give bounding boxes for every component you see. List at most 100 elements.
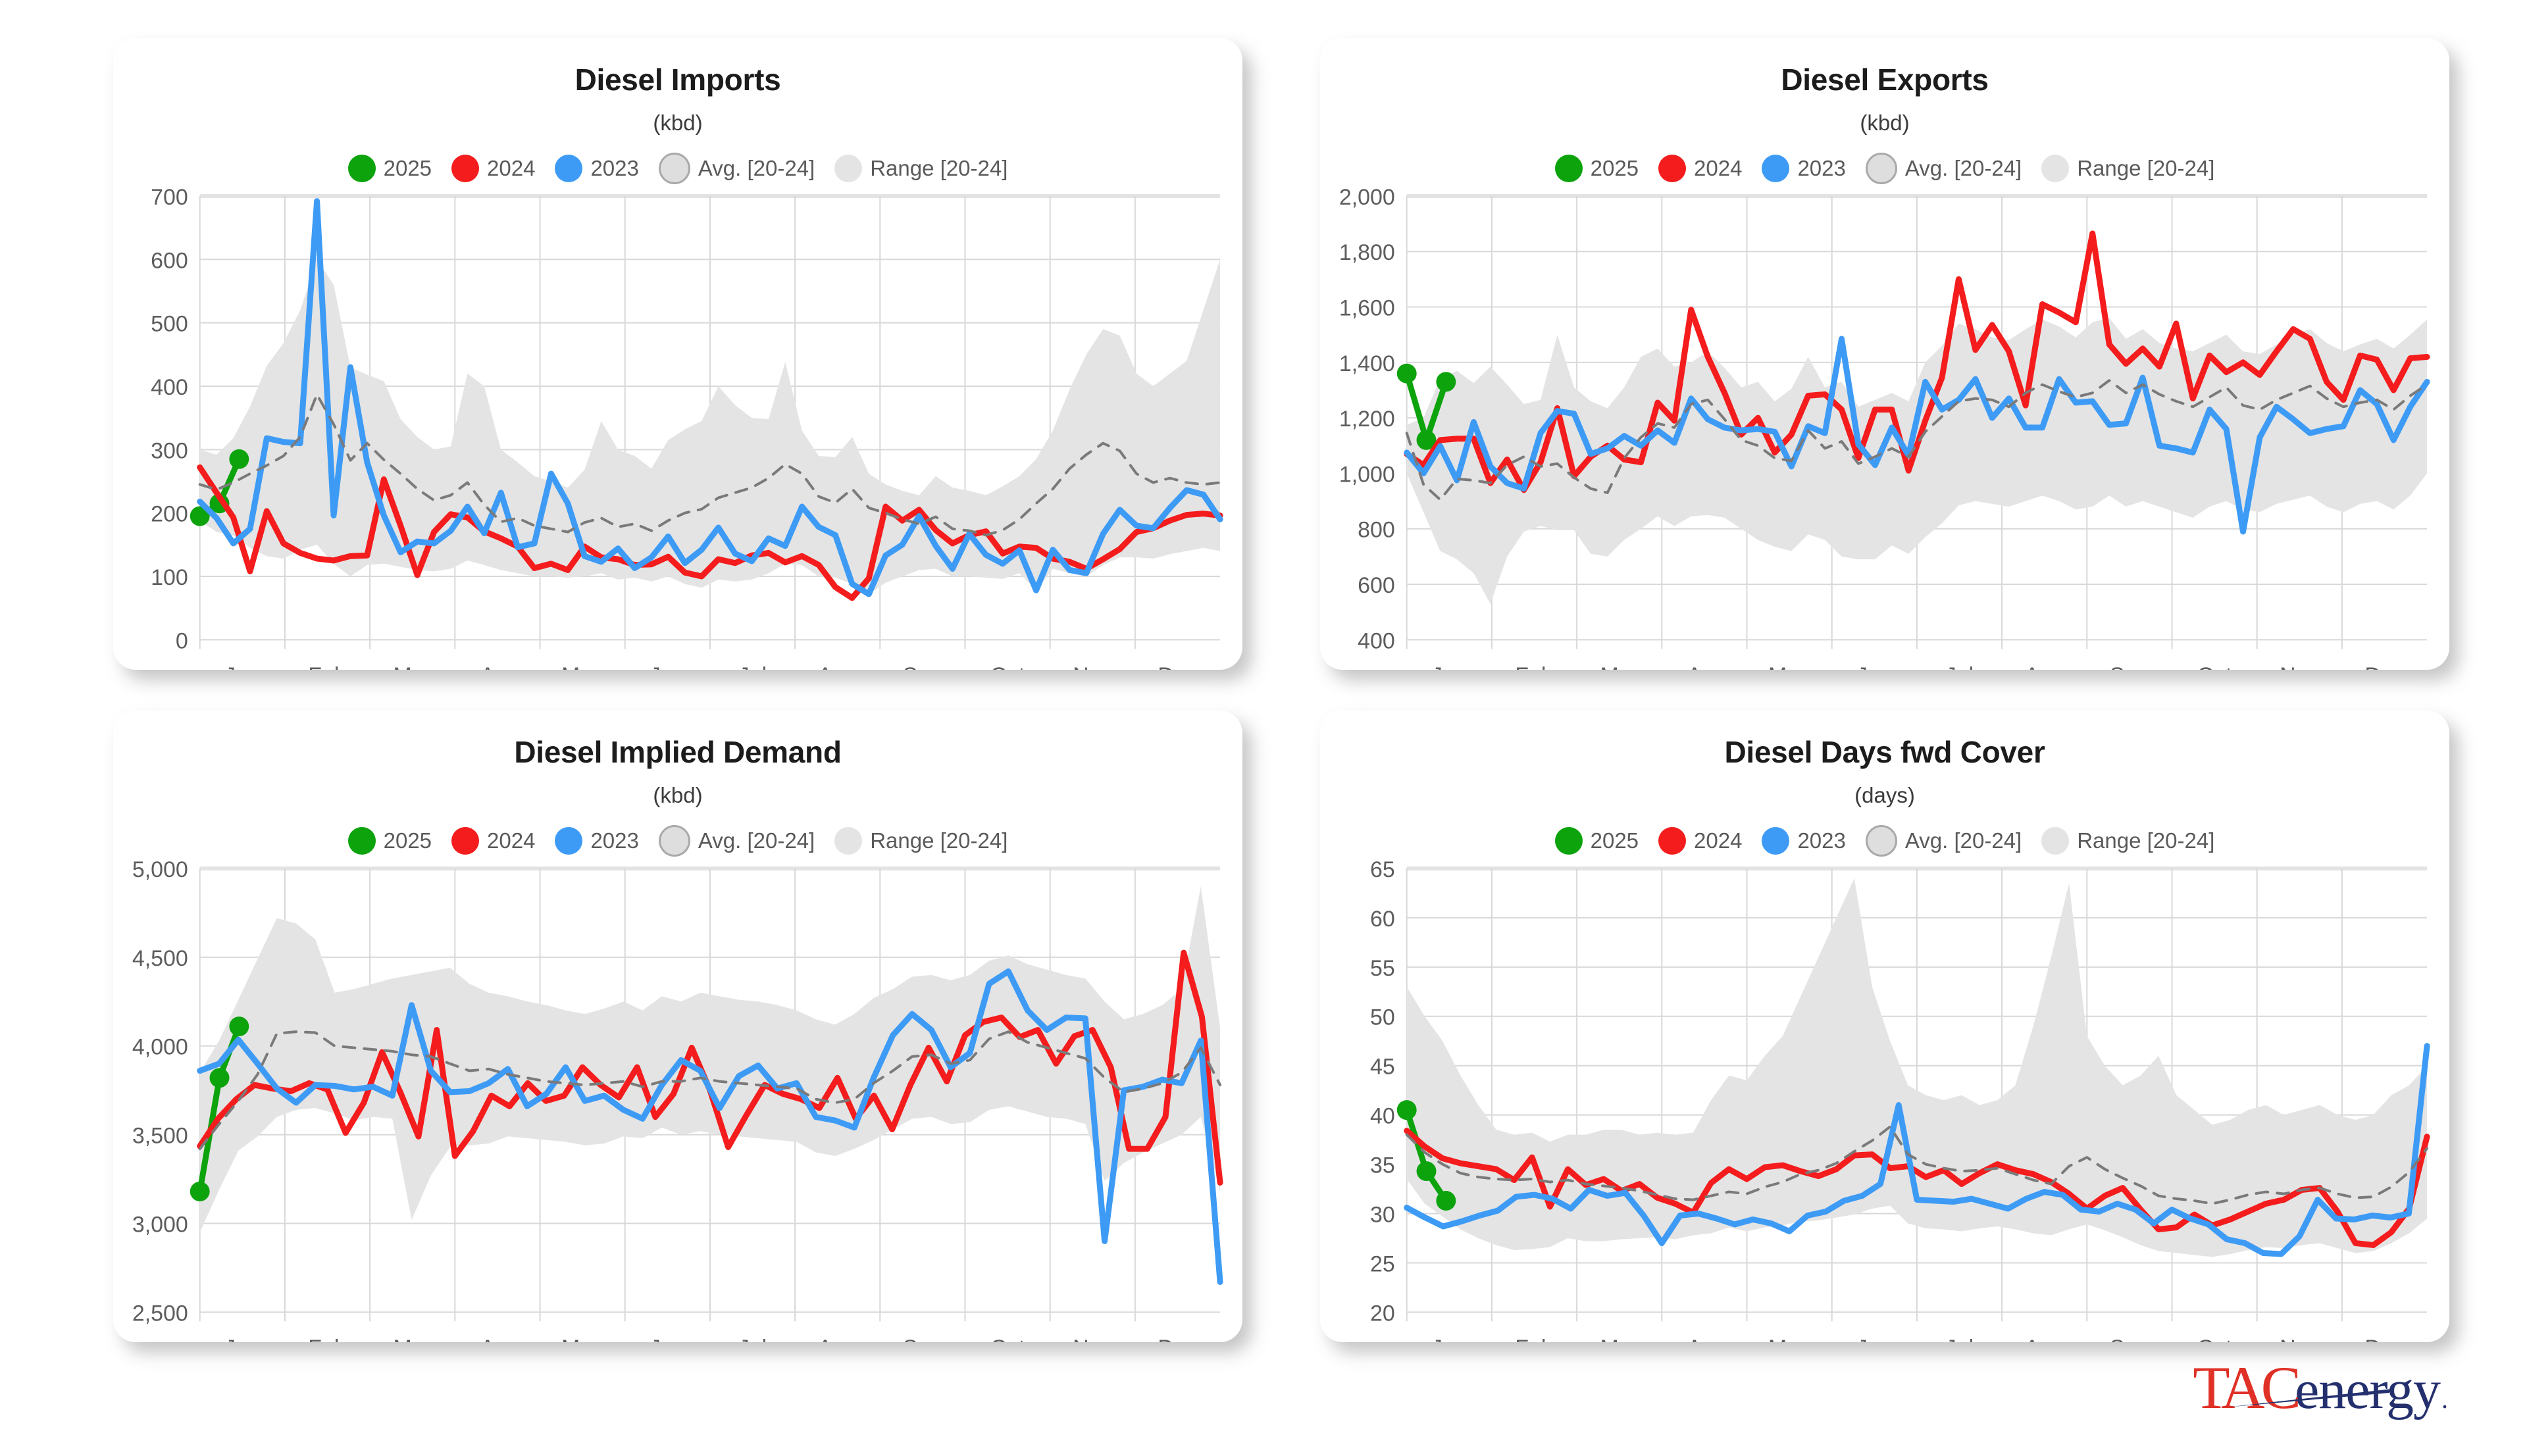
legend-swatch-icon bbox=[451, 827, 480, 855]
legend-item-range-20-24[interactable]: Range [20-24] bbox=[834, 155, 1008, 182]
y-axis-tick-label: 30 bbox=[1370, 1202, 1395, 1227]
legend-item-avg-20-24[interactable]: Avg. [20-24] bbox=[1865, 153, 2022, 184]
chart-card-diesel-days-fwd-cover: Diesel Days fwd Cover (days) 2025 2024 2023 A… bbox=[1320, 711, 2449, 1342]
x-axis-tick-label: Nov bbox=[1073, 663, 1112, 670]
y-axis-tick-label: 800 bbox=[1358, 518, 1395, 543]
legend-label: Range [20-24] bbox=[870, 828, 1008, 853]
legend-swatch-icon bbox=[451, 155, 480, 182]
legend-item-2024[interactable]: 2024 bbox=[451, 827, 535, 855]
y-axis-tick-label: 1,000 bbox=[1339, 462, 1395, 487]
x-axis-tick-label: Jun bbox=[650, 663, 686, 670]
series-marker-2025 bbox=[209, 1068, 230, 1088]
chart-title: Diesel Exports bbox=[1781, 63, 1989, 97]
x-axis-tick-label: Aug bbox=[2025, 663, 2064, 670]
legend-swatch-icon bbox=[555, 827, 583, 855]
x-axis-tick-label: Nov bbox=[2280, 663, 2319, 670]
legend-label: 2025 bbox=[1590, 156, 1639, 180]
series-marker-2025 bbox=[229, 1017, 249, 1037]
x-axis-tick-label: Aug bbox=[2025, 1336, 2064, 1342]
legend-item-2023[interactable]: 2023 bbox=[1762, 827, 1846, 855]
y-axis-tick-label: 50 bbox=[1370, 1005, 1395, 1030]
legend-label: Range [20-24] bbox=[2077, 156, 2215, 180]
y-axis-tick-label: 45 bbox=[1370, 1055, 1395, 1080]
legend-item-range-20-24[interactable]: Range [20-24] bbox=[2041, 827, 2214, 855]
legend-item-2025[interactable]: 2025 bbox=[1554, 827, 1639, 855]
legend-swatch-icon bbox=[2041, 155, 2070, 182]
legend-swatch-icon bbox=[1762, 155, 1790, 182]
legend-swatch-icon bbox=[347, 155, 376, 182]
x-axis-tick-label: Oct bbox=[2197, 663, 2232, 670]
x-axis-tick-label: Sep bbox=[2110, 663, 2149, 670]
y-axis-tick-label: 1,600 bbox=[1339, 296, 1395, 321]
legend-swatch-icon bbox=[834, 827, 863, 855]
legend-item-2025[interactable]: 2025 bbox=[1554, 155, 1639, 182]
y-axis-tick-label: 1,400 bbox=[1339, 351, 1395, 376]
legend-swatch-icon bbox=[1658, 827, 1687, 855]
legend-label: Avg. [20-24] bbox=[1904, 156, 2022, 180]
legend-label: Avg. [20-24] bbox=[698, 156, 815, 180]
y-axis-tick-label: 1,200 bbox=[1339, 407, 1395, 432]
x-axis-tick-label: Aug bbox=[818, 1336, 857, 1342]
x-axis-tick-label: Dec bbox=[1158, 663, 1197, 670]
y-axis-tick-label: 3,500 bbox=[132, 1124, 188, 1149]
series-marker-2025 bbox=[1396, 363, 1417, 384]
x-axis-tick-label: Jan bbox=[1431, 663, 1468, 670]
plot-area: 0 100 200 300 400 500 600 700 Jan Feb Mar Apr May Jun… bbox=[113, 184, 1242, 670]
legend-item-2023[interactable]: 2023 bbox=[1762, 155, 1846, 182]
x-axis-tick-label: Nov bbox=[1073, 1336, 1112, 1342]
y-axis-tick-label: 1,800 bbox=[1339, 240, 1395, 265]
legend-item-avg-20-24[interactable]: Avg. [20-24] bbox=[658, 153, 815, 184]
series-marker-2025 bbox=[1396, 1100, 1417, 1120]
legend-swatch-icon bbox=[1658, 155, 1687, 182]
legend-swatch-icon bbox=[1762, 827, 1790, 855]
legend-item-avg-20-24[interactable]: Avg. [20-24] bbox=[1865, 825, 2022, 857]
legend-item-2024[interactable]: 2024 bbox=[1658, 827, 1742, 855]
plot-svg: 2,500 3,000 3,500 4,000 4,500 5,000 Jan Feb Mar A… bbox=[132, 857, 1223, 1342]
legend-item-range-20-24[interactable]: Range [20-24] bbox=[2041, 155, 2214, 182]
legend-item-2024[interactable]: 2024 bbox=[451, 155, 535, 182]
x-axis-tick-label: Apr bbox=[480, 1336, 515, 1342]
legend-label: 2025 bbox=[383, 828, 432, 853]
legend-label: 2023 bbox=[1797, 828, 1846, 853]
x-axis-tick-label: Jul bbox=[738, 1336, 767, 1342]
legend-label: 2025 bbox=[1590, 828, 1639, 853]
y-axis-tick-label: 600 bbox=[151, 248, 188, 273]
x-axis-tick-label: Dec bbox=[2364, 1336, 2404, 1342]
plot-svg: 20 25 30 35 40 45 50 55 60 65 Jan Feb Mar Apr May Jun Ju… bbox=[1370, 857, 2430, 1342]
legend-swatch-icon bbox=[2041, 827, 2070, 855]
x-axis-tick-label: Jul bbox=[1945, 663, 1974, 670]
legend-item-2023[interactable]: 2023 bbox=[555, 827, 639, 855]
x-axis-tick-label: Apr bbox=[1687, 1336, 1722, 1342]
legend-label: Avg. [20-24] bbox=[1904, 828, 2022, 853]
plot-area: 2,500 3,000 3,500 4,000 4,500 5,000 Jan Feb Mar A… bbox=[113, 857, 1242, 1342]
chart-subtitle: (kbd) bbox=[653, 783, 703, 807]
legend-item-2023[interactable]: 2023 bbox=[555, 155, 639, 182]
legend-item-range-20-24[interactable]: Range [20-24] bbox=[834, 827, 1008, 855]
legend-label: 2023 bbox=[590, 828, 639, 853]
series-marker-2025 bbox=[229, 449, 249, 469]
x-axis-tick-label: Feb bbox=[308, 663, 346, 670]
legend-item-2025[interactable]: 2025 bbox=[347, 827, 432, 855]
y-axis-tick-label: 55 bbox=[1370, 956, 1395, 981]
legend-label: 2024 bbox=[1694, 828, 1743, 853]
legend-swatch-icon bbox=[658, 153, 690, 184]
x-axis-tick-label: Sep bbox=[903, 663, 942, 670]
x-axis-tick-label: Dec bbox=[1158, 1336, 1197, 1342]
y-axis-tick-label: 300 bbox=[151, 438, 188, 463]
y-axis-tick-label: 40 bbox=[1370, 1104, 1395, 1129]
chart-legend: 2025 2024 2023 Avg. [20-24] Range [20-24] bbox=[113, 136, 1242, 184]
chart-legend: 2025 2024 2023 Avg. [20-24] Range [20-24] bbox=[1320, 136, 2449, 184]
x-axis-tick-label: Feb bbox=[308, 1336, 346, 1342]
x-axis-tick-label: Aug bbox=[818, 663, 857, 670]
series-marker-2025 bbox=[1436, 1191, 1456, 1211]
legend-swatch-icon bbox=[834, 155, 863, 182]
x-axis-tick-label: Nov bbox=[2280, 1336, 2319, 1342]
plot-svg: 0 100 200 300 400 500 600 700 Jan Feb Mar Apr May Jun… bbox=[151, 185, 1223, 670]
legend-item-avg-20-24[interactable]: Avg. [20-24] bbox=[658, 825, 815, 857]
charts-grid: Diesel Imports (kbd) 2025 2024 2023 Avg. [20-… bbox=[0, 0, 2527, 1342]
legend-item-2024[interactable]: 2024 bbox=[1658, 155, 1742, 182]
x-axis-tick-label: Jun bbox=[1856, 663, 1893, 670]
legend-item-2025[interactable]: 2025 bbox=[347, 155, 432, 182]
series-marker-2025 bbox=[1436, 372, 1456, 392]
y-axis-tick-label: 60 bbox=[1370, 907, 1395, 932]
